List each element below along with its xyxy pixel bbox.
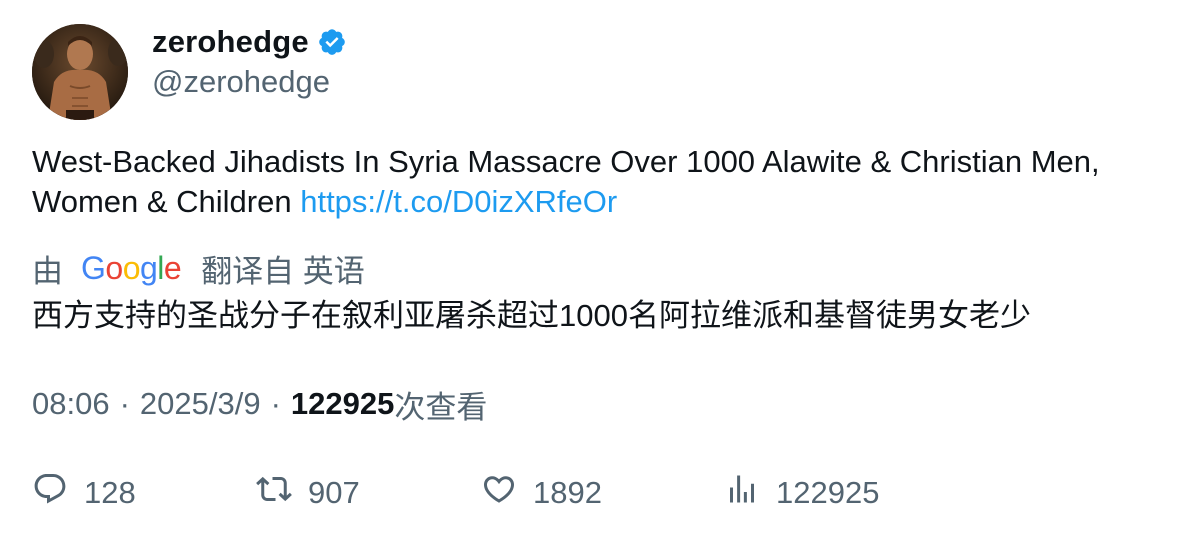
meta-separator: · bbox=[119, 386, 130, 421]
author-names: zerohedge @zerohedge bbox=[152, 24, 347, 100]
action-bar: 128 907 1892 122925 bbox=[32, 470, 879, 516]
reply-button[interactable]: 128 bbox=[32, 471, 256, 515]
translation-attribution: 由 Google 翻译自 英语 bbox=[32, 246, 365, 290]
verified-badge-icon bbox=[317, 27, 347, 57]
tweet-time[interactable]: 08:06 bbox=[32, 386, 110, 422]
reply-count: 128 bbox=[84, 475, 136, 510]
reply-icon bbox=[32, 471, 68, 515]
tweet-card: zerohedge @zerohedge West-Backed Jihadis… bbox=[0, 0, 1196, 538]
google-logo-icon: Google bbox=[81, 249, 182, 286]
tweet-date[interactable]: 2025/3/9 bbox=[140, 386, 261, 422]
display-name-row[interactable]: zerohedge bbox=[152, 24, 347, 60]
translation-prefix: 由 bbox=[32, 253, 63, 289]
analytics-icon bbox=[724, 471, 760, 515]
meta-separator: · bbox=[270, 386, 281, 421]
tweet-meta: 08:06 · 2025/3/9 · 122925 次查看 bbox=[32, 384, 488, 425]
heart-icon bbox=[481, 471, 517, 515]
tweet-header: zerohedge @zerohedge bbox=[32, 24, 347, 120]
views-stat-count: 122925 bbox=[776, 475, 880, 510]
like-button[interactable]: 1892 bbox=[481, 471, 724, 515]
display-name[interactable]: zerohedge bbox=[152, 24, 309, 60]
retweet-button[interactable]: 907 bbox=[256, 471, 481, 515]
like-count: 1892 bbox=[533, 475, 602, 510]
tweet-link[interactable]: https://t.co/D0izXRfeOr bbox=[300, 184, 617, 219]
translated-text: 西方支持的圣战分子在叙利亚屠杀超过1000名阿拉维派和基督徒男女老少 bbox=[32, 298, 1031, 333]
tweet-text: West-Backed Jihadists In Syria Massacre … bbox=[32, 142, 1172, 222]
author-handle[interactable]: @zerohedge bbox=[152, 64, 347, 100]
translation-suffix: 翻译自 英语 bbox=[201, 253, 365, 289]
avatar[interactable] bbox=[32, 24, 128, 120]
retweet-icon bbox=[256, 471, 292, 515]
views-button[interactable]: 122925 bbox=[724, 471, 879, 515]
views-count: 122925 bbox=[290, 386, 395, 421]
views-label: 次查看 bbox=[394, 389, 488, 425]
retweet-count: 907 bbox=[308, 475, 360, 510]
